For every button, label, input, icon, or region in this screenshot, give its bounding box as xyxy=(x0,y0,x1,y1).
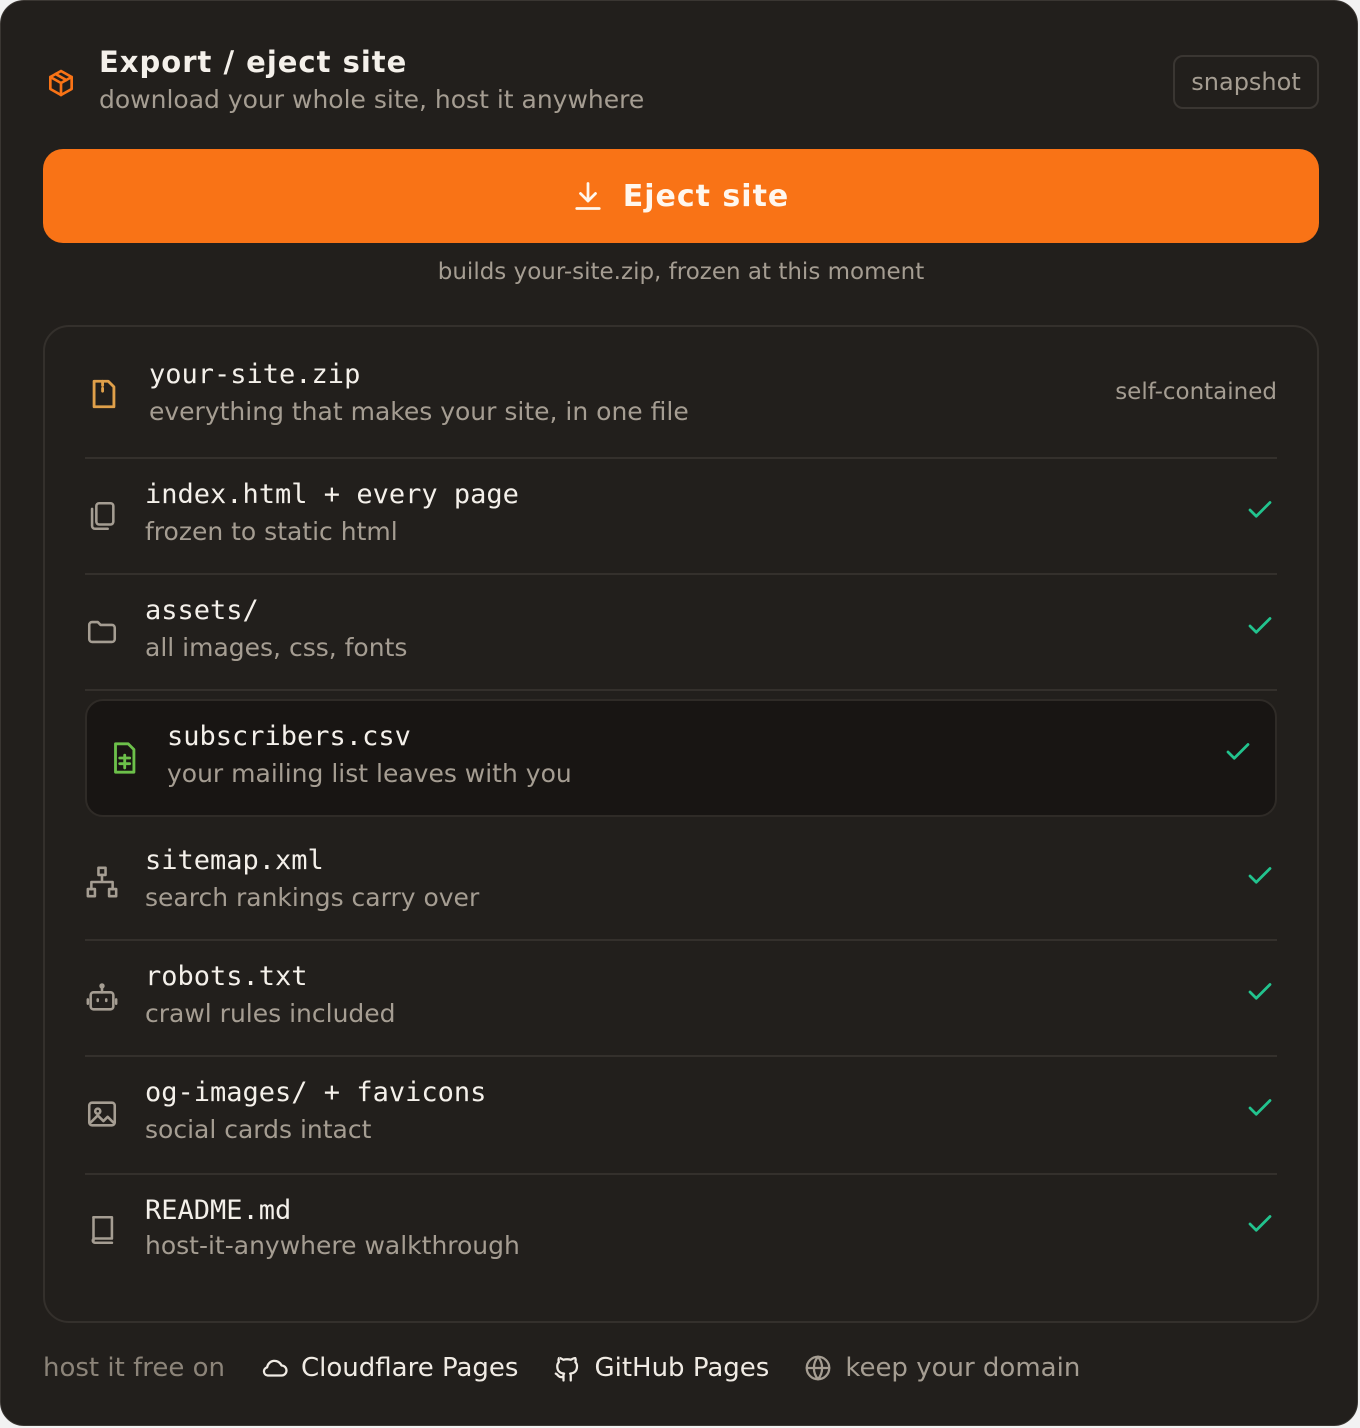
check-icon xyxy=(1226,743,1250,760)
list-item-og-images: og-images/ + favicons social cards intac… xyxy=(85,1077,1277,1157)
list-item-readme: README.md host-it-anywhere walkthrough xyxy=(85,1195,1277,1275)
github-icon xyxy=(555,1356,579,1382)
robot-icon xyxy=(86,983,118,1011)
divider xyxy=(85,1173,1277,1175)
image-icon xyxy=(87,1101,117,1127)
file-description: your mailing list leaves with you xyxy=(167,759,572,788)
page-title: Export / eject site xyxy=(99,45,408,79)
page-subtitle: download your whole site, host it anywhe… xyxy=(99,85,645,114)
download-icon xyxy=(575,182,601,210)
divider xyxy=(85,689,1277,691)
file-name: subscribers.csv xyxy=(167,721,411,752)
check-icon xyxy=(1248,617,1272,634)
globe-icon xyxy=(805,1355,831,1381)
file-name: og-images/ + favicons xyxy=(145,1077,487,1108)
list-item-assets: assets/ all images, css, fonts xyxy=(85,595,1277,675)
check-icon xyxy=(1248,1215,1272,1232)
github-pages-link[interactable]: GitHub Pages xyxy=(552,1353,769,1383)
cloud-icon xyxy=(262,1359,288,1377)
keep-domain-label: keep your domain xyxy=(845,1353,1081,1383)
eject-site-button[interactable]: Eject site xyxy=(43,149,1319,243)
list-item-index: index.html + every page frozen to static… xyxy=(85,479,1277,559)
cloudflare-pages-link[interactable]: Cloudflare Pages xyxy=(259,1353,518,1383)
file-name: index.html + every page xyxy=(145,479,519,510)
file-name: README.md xyxy=(145,1195,292,1226)
github-pages-label: GitHub Pages xyxy=(594,1353,770,1383)
file-name: robots.txt xyxy=(145,961,308,992)
list-item-sitemap: sitemap.xml search rankings carry over xyxy=(85,845,1277,925)
divider xyxy=(85,457,1277,459)
check-icon xyxy=(1248,501,1272,518)
archive-name: your-site.zip xyxy=(149,359,361,390)
file-description: host-it-anywhere walkthrough xyxy=(145,1231,520,1260)
cloudflare-pages-label: Cloudflare Pages xyxy=(301,1353,519,1383)
check-icon xyxy=(1248,1099,1272,1116)
file-description: social cards intact xyxy=(145,1115,372,1144)
check-icon xyxy=(1248,867,1272,884)
check-icon xyxy=(1248,983,1272,1000)
keep-domain-link[interactable]: keep your domain xyxy=(803,1353,1080,1383)
divider xyxy=(85,939,1277,941)
spreadsheet-file-icon xyxy=(114,742,136,774)
snapshot-badge: snapshot xyxy=(1173,55,1319,109)
eject-button-label: Eject site xyxy=(622,178,790,214)
list-item-robots: robots.txt crawl rules included xyxy=(85,961,1277,1041)
sitemap-icon xyxy=(86,866,118,898)
file-description: all images, css, fonts xyxy=(145,633,408,662)
eject-caption: builds your-site.zip, frozen at this mom… xyxy=(437,259,925,285)
copy-pages-icon xyxy=(90,501,115,531)
self-contained-tag: self-contained xyxy=(1115,379,1277,405)
package-icon xyxy=(49,69,73,97)
file-name: sitemap.xml xyxy=(145,845,324,876)
file-description: crawl rules included xyxy=(145,999,396,1028)
file-name: assets/ xyxy=(145,595,259,626)
footer-lead: host it free on xyxy=(43,1353,225,1383)
archive-description: everything that makes your site, in one … xyxy=(149,397,689,426)
export-panel: Export / eject site download your whole … xyxy=(0,0,1358,1426)
folder-icon xyxy=(87,620,117,644)
file-description: frozen to static html xyxy=(145,517,398,546)
file-description: search rankings carry over xyxy=(145,883,480,912)
archive-row: your-site.zip everything that makes your… xyxy=(85,359,1277,439)
divider xyxy=(85,1055,1277,1057)
zip-file-icon xyxy=(92,379,116,409)
divider xyxy=(85,573,1277,575)
hosting-footer: host it free on Cloudflare Pages GitHub … xyxy=(43,1343,1114,1393)
book-icon xyxy=(91,1215,114,1245)
list-item-subscribers: subscribers.csv your mailing list leaves… xyxy=(85,721,1277,801)
